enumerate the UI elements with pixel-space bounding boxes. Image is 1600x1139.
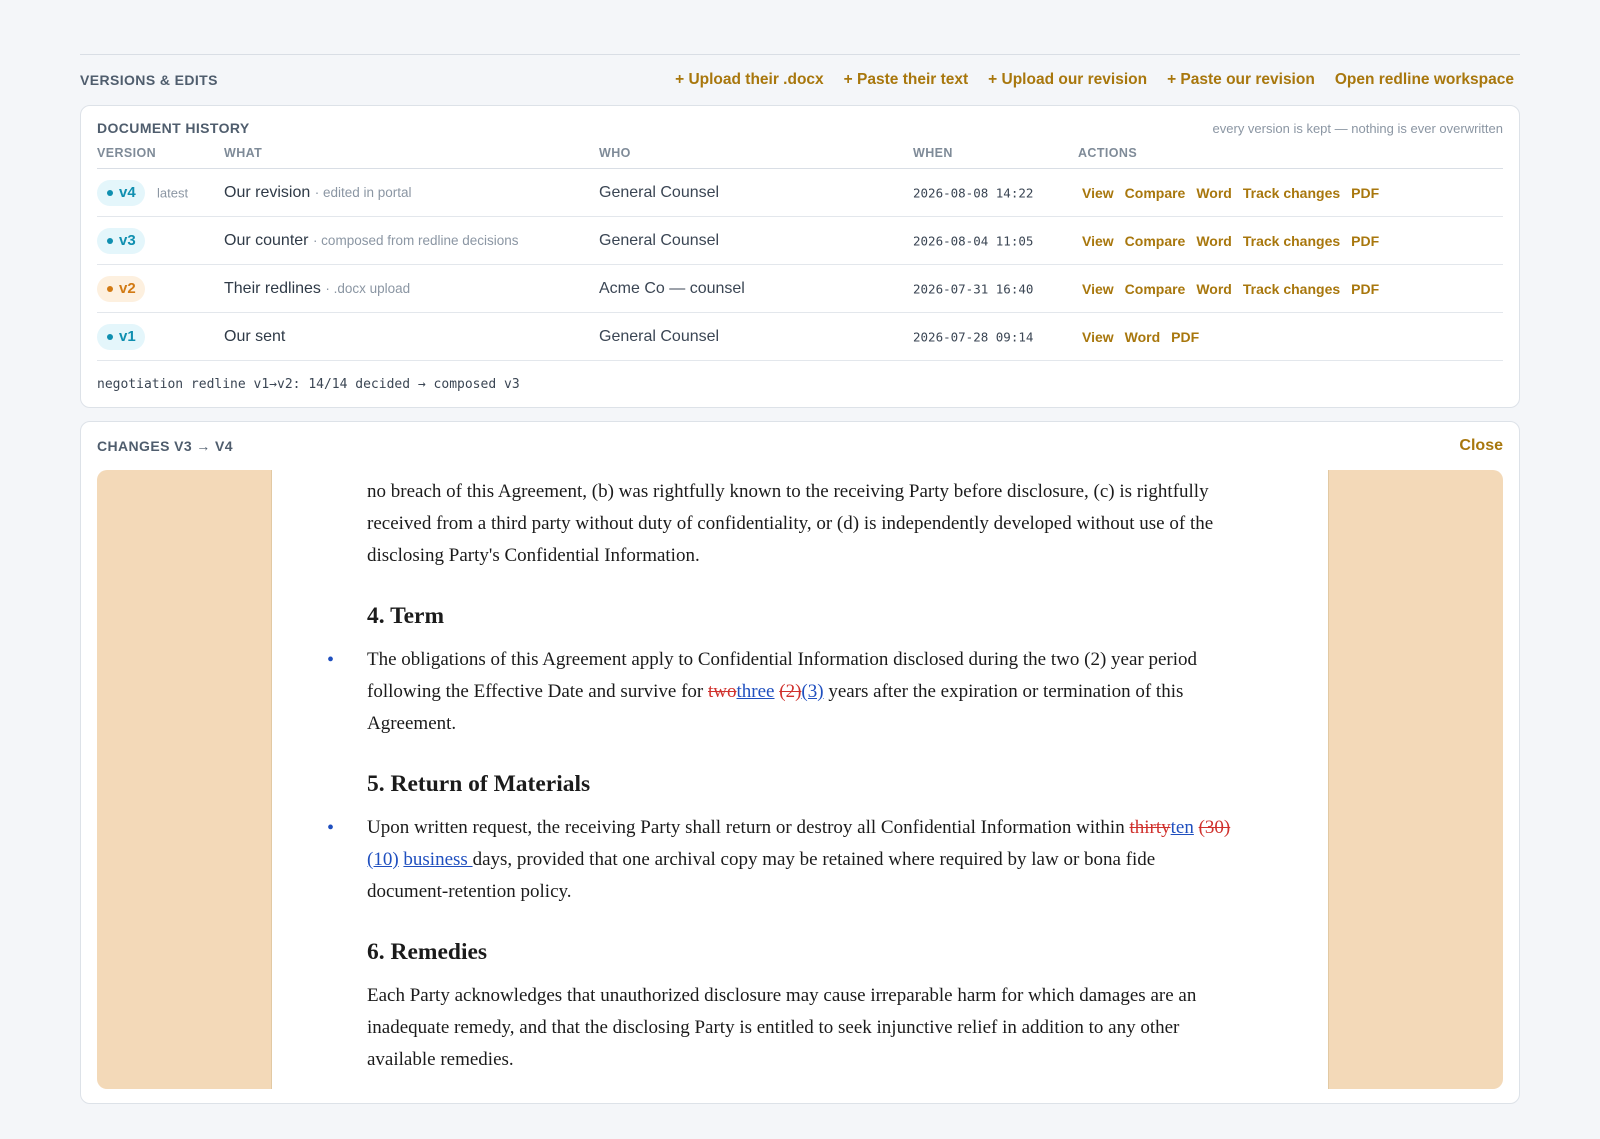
version-timestamp: 2026-08-04 11:05 xyxy=(913,233,1034,248)
action-view-button[interactable]: View xyxy=(1082,329,1114,345)
paragraph-term: • The obligations of this Agreement apply… xyxy=(327,644,1237,740)
document-body: no breach of this Agreement, (b) was rig… xyxy=(327,470,1237,1076)
row-actions: View Word PDF xyxy=(1082,329,1199,345)
section-title: VERSIONS & EDITS xyxy=(80,72,218,88)
version-badge[interactable]: v3 xyxy=(97,227,145,254)
insertion: three xyxy=(736,681,775,702)
action-track-changes-button[interactable]: Track changes xyxy=(1243,233,1340,249)
upload-their-docx-button[interactable]: + Upload their .docx xyxy=(675,71,824,89)
row-actions: View Compare Word Track changes PDF xyxy=(1082,281,1379,297)
action-view-button[interactable]: View xyxy=(1082,185,1114,201)
action-word-button[interactable]: Word xyxy=(1196,233,1232,249)
row-actions: View Compare Word Track changes PDF xyxy=(1082,185,1379,201)
version-timestamp: 2026-08-08 14:22 xyxy=(913,185,1034,200)
bullet-icon: • xyxy=(327,817,335,839)
version-author: General Counsel xyxy=(599,327,720,345)
document-page: no breach of this Agreement, (b) was rig… xyxy=(271,470,1329,1089)
action-compare-button[interactable]: Compare xyxy=(1125,185,1186,201)
upload-our-revision-button[interactable]: + Upload our revision xyxy=(988,71,1147,89)
version-timestamp: 2026-07-31 16:40 xyxy=(913,281,1034,296)
version-description: Our counter · composed from redline deci… xyxy=(224,231,519,249)
col-when: WHEN xyxy=(913,146,953,160)
col-what: WHAT xyxy=(224,146,263,160)
action-view-button[interactable]: View xyxy=(1082,233,1114,249)
insertion: business xyxy=(403,849,473,870)
action-track-changes-button[interactable]: Track changes xyxy=(1243,185,1340,201)
open-redline-workspace-button[interactable]: Open redline workspace xyxy=(1335,71,1514,89)
action-word-button[interactable]: Word xyxy=(1196,281,1232,297)
document-viewer[interactable]: no breach of this Agreement, (b) was rig… xyxy=(97,470,1503,1089)
col-who: WHO xyxy=(599,146,631,160)
action-word-button[interactable]: Word xyxy=(1125,329,1161,345)
heading-remedies: 6. Remedies xyxy=(367,939,488,965)
deletion: thirty xyxy=(1129,817,1171,838)
version-author: Acme Co — counsel xyxy=(599,279,745,297)
version-timestamp: 2026-07-28 09:14 xyxy=(913,329,1034,344)
action-pdf-button[interactable]: PDF xyxy=(1351,185,1379,201)
history-title: DOCUMENT HISTORY xyxy=(97,120,250,136)
table-row: v1 Our sent General Counsel 2026-07-28 09:… xyxy=(97,313,1503,361)
changes-title: CHANGES V3 → V4 xyxy=(97,438,233,454)
action-word-button[interactable]: Word xyxy=(1196,185,1232,201)
insertion: (10) xyxy=(367,849,399,870)
heading-term: 4. Term xyxy=(367,603,445,629)
action-compare-button[interactable]: Compare xyxy=(1125,233,1186,249)
top-divider xyxy=(80,54,1520,55)
deletion: (30) xyxy=(1198,817,1231,838)
insertion: (3) xyxy=(801,681,824,702)
version-author: General Counsel xyxy=(599,231,720,249)
col-version: VERSION xyxy=(97,146,157,160)
paragraph-return: • Upon written request, the receiving Par… xyxy=(327,812,1237,908)
version-description: Our revision · edited in portal xyxy=(224,183,412,201)
changes-card: CHANGES V3 → V4 Close no breach of this … xyxy=(80,421,1520,1104)
table-row: v3 Our counter · composed from redline de… xyxy=(97,217,1503,265)
version-description: Their redlines · .docx upload xyxy=(224,279,411,297)
versions-header: VERSIONS & EDITS + Upload their .docx + … xyxy=(80,68,1520,92)
row-actions: View Compare Word Track changes PDF xyxy=(1082,233,1379,249)
version-badge[interactable]: v2 xyxy=(97,275,145,302)
action-pdf-button[interactable]: PDF xyxy=(1351,281,1379,297)
col-actions: ACTIONS xyxy=(1078,146,1138,160)
header-actions: + Upload their .docx + Paste their text … xyxy=(675,71,1514,89)
status-dot-icon xyxy=(107,285,113,292)
latest-tag: latest xyxy=(157,185,189,200)
version-description: Our sent xyxy=(224,327,286,345)
version-author: General Counsel xyxy=(599,183,720,201)
deletion: (2) xyxy=(779,681,802,702)
deletion: two xyxy=(708,681,737,702)
status-dot-icon xyxy=(107,237,113,244)
action-view-button[interactable]: View xyxy=(1082,281,1114,297)
status-dot-icon xyxy=(107,333,113,340)
action-pdf-button[interactable]: PDF xyxy=(1171,329,1199,345)
version-badge[interactable]: v4 xyxy=(97,179,145,206)
action-compare-button[interactable]: Compare xyxy=(1125,281,1186,297)
paste-their-text-button[interactable]: + Paste their text xyxy=(844,71,968,89)
paragraph-remedies: Each Party acknowledges that unauthorize… xyxy=(367,985,1197,1070)
bullet-icon: • xyxy=(327,649,335,671)
table-row: v4 latest Our revision · edited in portal G… xyxy=(97,169,1503,217)
document-history-card: DOCUMENT HISTORY every version is kept —… xyxy=(80,105,1520,408)
history-note: every version is kept — nothing is ever … xyxy=(1212,121,1503,136)
version-badge[interactable]: v1 xyxy=(97,323,145,350)
status-dot-icon xyxy=(107,189,113,196)
close-button[interactable]: Close xyxy=(1459,437,1503,455)
heading-return: 5. Return of Materials xyxy=(367,771,591,797)
redline-footnote: negotiation redline v1→v2: 14/14 decided… xyxy=(97,377,520,392)
table-row: v2 Their redlines · .docx upload Acme Co —… xyxy=(97,265,1503,313)
action-track-changes-button[interactable]: Track changes xyxy=(1243,281,1340,297)
paragraph-exceptions: no breach of this Agreement, (b) was rig… xyxy=(367,481,1214,566)
insertion: ten xyxy=(1170,817,1194,838)
action-pdf-button[interactable]: PDF xyxy=(1351,233,1379,249)
paste-our-revision-button[interactable]: + Paste our revision xyxy=(1167,71,1315,89)
